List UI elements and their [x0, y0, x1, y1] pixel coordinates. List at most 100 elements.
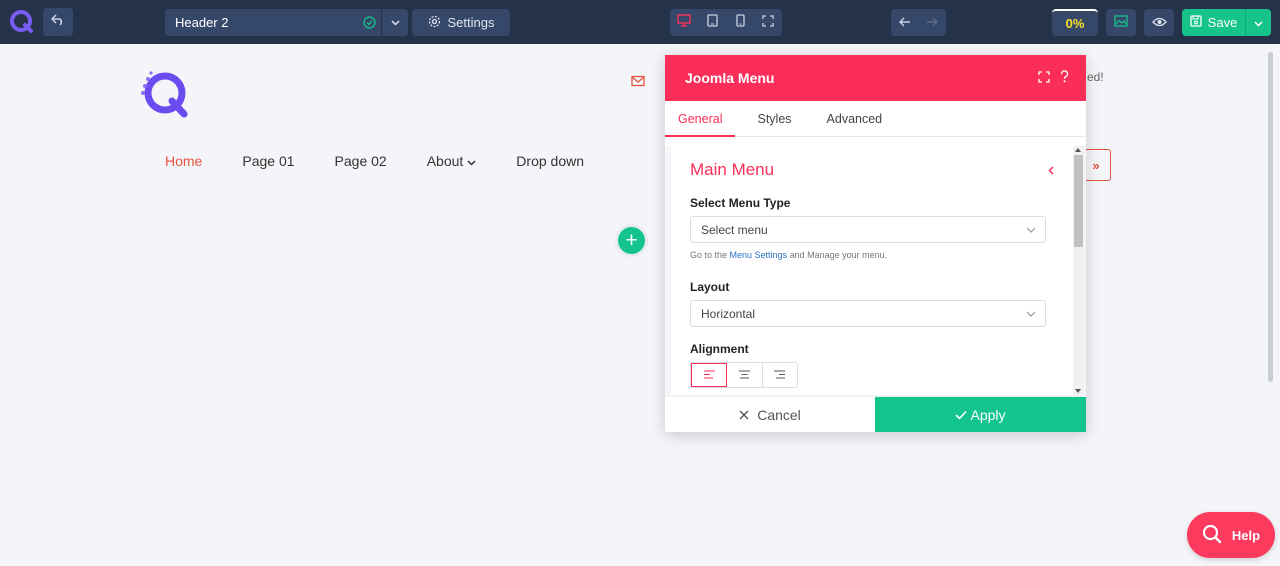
chevron-down-icon — [1017, 227, 1045, 233]
fullscreen-button[interactable] — [754, 9, 782, 36]
top-toolbar: Header 2 Settings 0% Save — [0, 0, 1280, 44]
save-button-group: Save — [1182, 9, 1271, 36]
modal-footer: Cancel Apply — [665, 396, 1086, 432]
alignment-button-group — [690, 362, 798, 388]
menu-type-value: Select menu — [701, 222, 768, 237]
menu-item-label: About — [426, 153, 464, 169]
panel-scrollbar-thumb[interactable] — [1074, 155, 1083, 247]
menu-item-label: Drop down — [516, 153, 584, 169]
progress-indicator: 0% — [1052, 9, 1098, 36]
site-logo-icon[interactable] — [139, 69, 191, 119]
help-button[interactable]: Help — [1187, 512, 1275, 558]
align-left-button[interactable] — [691, 363, 728, 387]
menu-help-text: Go to the Menu Settings and Manage your … — [690, 250, 1054, 260]
desktop-view-button[interactable] — [670, 9, 698, 36]
modal-tabs: General Styles Advanced — [665, 101, 1086, 137]
menu-item-page-01[interactable]: Page 01 — [242, 153, 294, 169]
apply-label: Apply — [970, 406, 1006, 423]
tablet-view-button[interactable] — [698, 9, 726, 36]
history-controls — [891, 9, 946, 36]
menu-type-select[interactable]: Select menu — [690, 216, 1046, 243]
layout-value: Horizontal — [701, 306, 756, 321]
check-circle-icon — [357, 16, 381, 29]
scroll-up-arrow-icon[interactable] — [1075, 148, 1081, 152]
menu-item-label: Page 01 — [242, 153, 295, 169]
settings-button[interactable]: Settings — [412, 9, 510, 36]
menu-item-page-02[interactable]: Page 02 — [335, 153, 387, 169]
menu-item-label: Page 02 — [334, 153, 387, 169]
tablet-icon — [706, 13, 718, 32]
align-right-button[interactable] — [763, 363, 797, 387]
arrow-left-icon — [898, 14, 911, 32]
panel-title: Main Menu — [690, 160, 775, 179]
undo-button[interactable] — [891, 9, 919, 36]
mobile-view-button[interactable] — [726, 9, 754, 36]
site-main-menu: Home Page 01 Page 02 About Drop down — [165, 153, 624, 169]
tab-general[interactable]: General — [665, 101, 736, 137]
panel-scrollbar[interactable] — [1073, 146, 1084, 395]
cancel-button[interactable]: Cancel — [665, 397, 875, 432]
menu-item-drop-down[interactable]: Drop down — [516, 153, 584, 169]
close-icon — [739, 407, 749, 423]
save-button[interactable]: Save — [1182, 9, 1245, 36]
help-suffix: and Manage your menu. — [787, 250, 888, 260]
envelope-icon — [631, 74, 645, 87]
save-options-button[interactable] — [1246, 9, 1271, 36]
canvas-scrollbar[interactable] — [1263, 44, 1280, 566]
back-button[interactable] — [43, 8, 73, 36]
joomla-menu-modal: Joomla Menu General Styles Advanced Main… — [665, 55, 1086, 432]
help-prefix: Go to the — [690, 250, 730, 260]
modal-title: Joomla Menu — [685, 70, 775, 86]
menu-item-home[interactable]: Home — [165, 153, 202, 169]
cancel-label: Cancel — [757, 406, 801, 423]
device-switcher — [670, 9, 782, 36]
menu-item-about[interactable]: About — [427, 153, 477, 169]
gear-icon — [428, 15, 441, 31]
align-right-icon — [774, 366, 786, 384]
save-label: Save — [1207, 15, 1238, 30]
undo-icon — [50, 13, 65, 31]
tab-advanced[interactable]: Advanced — [814, 101, 896, 136]
modal-header-actions — [1038, 70, 1086, 86]
menu-settings-link[interactable]: Menu Settings — [730, 250, 788, 260]
checkmark-icon — [955, 407, 968, 423]
media-button[interactable] — [1106, 9, 1136, 36]
chevron-left-icon[interactable] — [1048, 160, 1054, 180]
align-center-button[interactable] — [727, 363, 763, 387]
desktop-icon — [677, 13, 691, 32]
scroll-down-arrow-icon[interactable] — [1075, 389, 1081, 393]
arrow-right-icon — [926, 14, 939, 32]
help-question-icon[interactable] — [1059, 70, 1070, 86]
topbar-text-partial: ed! — [1087, 70, 1104, 84]
app-logo-icon[interactable] — [8, 8, 36, 36]
chevron-down-icon — [1017, 311, 1045, 317]
search-help-icon — [1202, 524, 1222, 547]
apply-button[interactable]: Apply — [875, 397, 1086, 432]
chevron-down-icon — [1254, 15, 1263, 30]
eye-icon — [1151, 14, 1167, 32]
align-left-icon — [703, 366, 715, 384]
panel-header[interactable]: Main Menu — [690, 160, 1054, 180]
preview-button[interactable] — [1144, 9, 1174, 36]
image-icon — [1114, 14, 1128, 32]
layout-label: Layout — [690, 280, 730, 294]
align-center-icon — [738, 366, 750, 384]
fullscreen-icon — [762, 14, 774, 32]
layout-select[interactable]: Header 2 — [165, 9, 408, 36]
chevron-down-icon[interactable] — [382, 19, 408, 26]
settings-label: Settings — [447, 15, 495, 30]
layout-select[interactable]: Horizontal — [690, 300, 1046, 327]
redo-button[interactable] — [919, 9, 947, 36]
canvas-scrollbar-thumb[interactable] — [1268, 52, 1273, 382]
add-section-button[interactable]: + — [618, 227, 645, 254]
help-label: Help — [1231, 527, 1261, 543]
modal-header: Joomla Menu — [665, 55, 1086, 101]
modal-body: Main Menu Select Menu Type Select menu G… — [665, 146, 1086, 396]
tab-styles[interactable]: Styles — [744, 101, 804, 136]
menu-type-label: Select Menu Type — [690, 196, 791, 210]
alignment-label: Alignment — [690, 342, 749, 356]
menu-item-label: Home — [165, 153, 203, 169]
mobile-icon — [735, 13, 745, 32]
expand-icon[interactable] — [1038, 70, 1050, 86]
floppy-disk-icon — [1190, 15, 1202, 30]
